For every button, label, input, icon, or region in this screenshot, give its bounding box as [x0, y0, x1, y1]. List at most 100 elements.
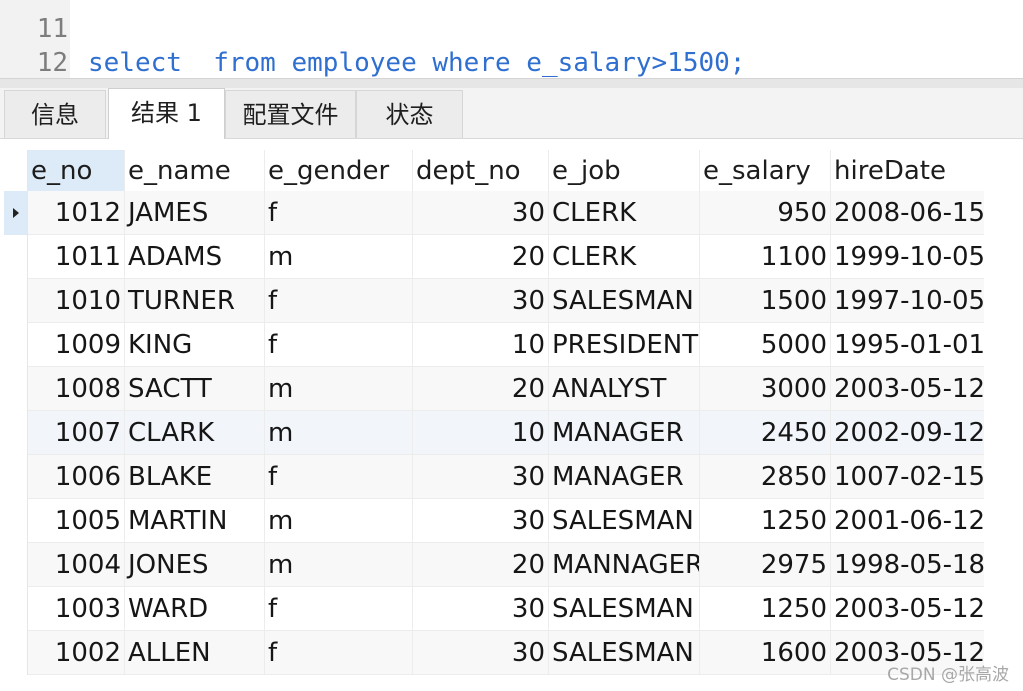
cell-e_job[interactable]: SALESMAN [549, 631, 700, 675]
cell-hireDate[interactable]: 1998-05-18 [831, 543, 984, 587]
cell-e_no[interactable]: 1011 [28, 235, 125, 279]
row-selector[interactable] [4, 455, 28, 499]
cell-dept_no[interactable]: 30 [413, 499, 549, 543]
table-row[interactable]: 1009 KING f 10 PRESIDENT 5000 1995-01-01 [4, 323, 984, 367]
cell-e_gender[interactable]: m [265, 235, 413, 279]
cell-e_no[interactable]: 1010 [28, 279, 125, 323]
cell-e_no[interactable]: 1012 [28, 191, 125, 235]
code-line-11[interactable]: 11 select from employee where e_salary>1… [0, 0, 746, 78]
cell-e_no[interactable]: 1006 [28, 455, 125, 499]
table-row[interactable]: 1010 TURNER f 30 SALESMAN 1500 1997-10-05 [4, 279, 984, 323]
cell-e_gender[interactable]: m [265, 367, 413, 411]
cell-e_no[interactable]: 1005 [28, 499, 125, 543]
column-header-e_gender[interactable]: e_gender [265, 150, 413, 191]
table-row[interactable]: 1005 MARTIN m 30 SALESMAN 1250 2001-06-12 [4, 499, 984, 543]
cell-e_gender[interactable]: f [265, 455, 413, 499]
cell-e_name[interactable]: WARD [125, 587, 265, 631]
cell-e_name[interactable]: ADAMS [125, 235, 265, 279]
table-row[interactable]: 1006 BLAKE f 30 MANAGER 2850 1007-02-15 [4, 455, 984, 499]
cell-e_salary[interactable]: 1100 [700, 235, 831, 279]
result-grid[interactable]: e_no e_name e_gender dept_no e_job e_sal… [4, 150, 984, 691]
cell-e_job[interactable]: SALESMAN [549, 499, 700, 543]
tab-info[interactable]: 信息 [4, 90, 106, 138]
cell-dept_no[interactable]: 30 [413, 191, 549, 235]
cell-e_name[interactable]: ALLEN [125, 631, 265, 675]
cell-e_name[interactable]: JONES [125, 543, 265, 587]
row-selector[interactable] [4, 631, 28, 675]
cell-e_gender[interactable]: m [265, 543, 413, 587]
cell-dept_no[interactable]: 20 [413, 235, 549, 279]
cell-e_name[interactable]: CLARK [125, 411, 265, 455]
row-selector[interactable] [4, 543, 28, 587]
cell-e_job[interactable]: SALESMAN [549, 587, 700, 631]
cell-e_job[interactable]: PRESIDENT [549, 323, 700, 367]
table-row[interactable]: 1011 ADAMS m 20 CLERK 1100 1999-10-05 [4, 235, 984, 279]
cell-hireDate[interactable]: 2003-05-12 [831, 367, 984, 411]
row-selector[interactable] [4, 587, 28, 631]
row-selector[interactable] [4, 411, 28, 455]
cell-e_salary[interactable]: 3000 [700, 367, 831, 411]
column-header-e_no[interactable]: e_no [28, 150, 125, 191]
table-row[interactable]: 1002 ALLEN f 30 SALESMAN 1600 2003-05-12 [4, 631, 984, 675]
cell-e_gender[interactable]: f [265, 191, 413, 235]
cell-e_salary[interactable]: 2975 [700, 543, 831, 587]
cell-dept_no[interactable]: 20 [413, 367, 549, 411]
cell-e_no[interactable]: 1007 [28, 411, 125, 455]
cell-hireDate[interactable]: 1997-10-05 [831, 279, 984, 323]
cell-e_job[interactable]: ANALYST [549, 367, 700, 411]
sql-editor[interactable]: 11 select from employee where e_salary>1… [0, 0, 1023, 78]
row-selector[interactable] [4, 279, 28, 323]
cell-e_salary[interactable]: 1500 [700, 279, 831, 323]
cell-e_no[interactable]: 1002 [28, 631, 125, 675]
cell-e_name[interactable]: KING [125, 323, 265, 367]
cell-e_job[interactable]: MANAGER [549, 455, 700, 499]
cell-e_job[interactable]: SALESMAN [549, 279, 700, 323]
cell-e_job[interactable]: CLERK [549, 191, 700, 235]
cell-e_gender[interactable]: m [265, 499, 413, 543]
cell-e_gender[interactable]: f [265, 631, 413, 675]
cell-e_no[interactable]: 1004 [28, 543, 125, 587]
cell-hireDate[interactable]: 2008-06-15 [831, 191, 984, 235]
cell-e_name[interactable]: TURNER [125, 279, 265, 323]
cell-e_no[interactable]: 1003 [28, 587, 125, 631]
cell-hireDate[interactable]: 2002-09-12 [831, 411, 984, 455]
cell-e_gender[interactable]: m [265, 411, 413, 455]
table-row[interactable]: 1004 JONES m 20 MANNAGER 2975 1998-05-18 [4, 543, 984, 587]
column-header-e_salary[interactable]: e_salary [700, 150, 831, 191]
cell-dept_no[interactable]: 30 [413, 631, 549, 675]
cell-hireDate[interactable]: 1007-02-15 [831, 455, 984, 499]
tab-result-1[interactable]: 结果 1 [108, 88, 225, 139]
tab-status[interactable]: 状态 [356, 90, 463, 138]
cell-e_gender[interactable]: f [265, 279, 413, 323]
table-row[interactable]: 1012 JAMES f 30 CLERK 950 2008-06-15 [4, 191, 984, 235]
row-selector[interactable] [4, 191, 28, 235]
row-selector[interactable] [4, 323, 28, 367]
cell-hireDate[interactable]: 1995-01-01 [831, 323, 984, 367]
cell-e_salary[interactable]: 2850 [700, 455, 831, 499]
column-header-e_job[interactable]: e_job [549, 150, 700, 191]
cell-e_job[interactable]: CLERK [549, 235, 700, 279]
row-selector[interactable] [4, 499, 28, 543]
cell-e_salary[interactable]: 950 [700, 191, 831, 235]
cell-e_no[interactable]: 1009 [28, 323, 125, 367]
cell-dept_no[interactable]: 30 [413, 455, 549, 499]
tab-profile[interactable]: 配置文件 [225, 90, 356, 138]
cell-e_name[interactable]: JAMES [125, 191, 265, 235]
cell-e_job[interactable]: MANAGER [549, 411, 700, 455]
column-header-e_name[interactable]: e_name [125, 150, 265, 191]
cell-e_job[interactable]: MANNAGER [549, 543, 700, 587]
cell-e_salary[interactable]: 2450 [700, 411, 831, 455]
cell-e_gender[interactable]: f [265, 323, 413, 367]
row-selector[interactable] [4, 235, 28, 279]
header-corner[interactable] [4, 150, 28, 191]
cell-hireDate[interactable]: 2001-06-12 [831, 499, 984, 543]
cell-dept_no[interactable]: 20 [413, 543, 549, 587]
row-selector[interactable] [4, 367, 28, 411]
cell-e_name[interactable]: SACTT [125, 367, 265, 411]
column-header-dept_no[interactable]: dept_no [413, 150, 549, 191]
cell-dept_no[interactable]: 30 [413, 587, 549, 631]
cell-e_salary[interactable]: 5000 [700, 323, 831, 367]
cell-e_name[interactable]: MARTIN [125, 499, 265, 543]
cell-dept_no[interactable]: 30 [413, 279, 549, 323]
cell-e_name[interactable]: BLAKE [125, 455, 265, 499]
